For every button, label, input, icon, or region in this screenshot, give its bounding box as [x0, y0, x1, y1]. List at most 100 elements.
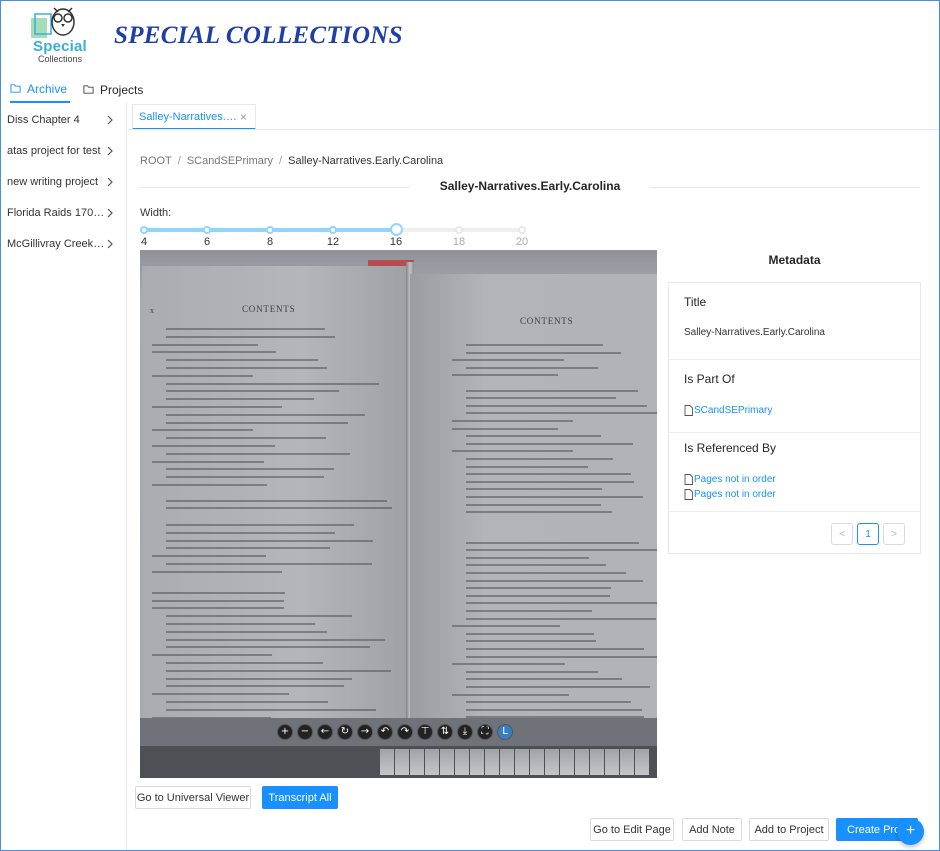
contents-heading-left: CONTENTS — [242, 304, 296, 314]
flip-horizontal-icon[interactable]: ⇅ — [437, 724, 453, 740]
scanned-text-line — [166, 615, 353, 618]
pagination-prev-button[interactable]: < — [831, 523, 853, 545]
pagination-next-button[interactable]: > — [883, 523, 905, 545]
tab-projects[interactable]: Projects — [83, 76, 143, 103]
add-note-button[interactable]: Add Note — [682, 818, 742, 841]
scanned-text-line — [466, 412, 657, 415]
scanned-text-line — [452, 359, 564, 362]
scanned-text-line — [166, 646, 371, 649]
transcript-all-button[interactable]: Transcript All — [262, 786, 338, 809]
sidebar-item-florida-raids[interactable]: Florida Raids 1702–1706 — [1, 199, 126, 227]
page-thumbnail[interactable] — [470, 749, 484, 775]
zoom-in-icon[interactable]: + — [277, 724, 293, 740]
slider-dot[interactable] — [266, 226, 274, 234]
page-thumbnail[interactable] — [485, 749, 499, 775]
scanned-text-line — [466, 632, 594, 635]
scanned-text-line — [152, 591, 285, 594]
undo-icon[interactable]: ↶ — [377, 724, 393, 740]
download-icon[interactable]: ⤓ — [457, 724, 473, 740]
flip-vertical-icon[interactable]: ⊤ — [417, 724, 433, 740]
page-thumbnail[interactable] — [380, 749, 394, 775]
sidebar-item-diss-chapter[interactable]: Diss Chapter 4 — [1, 106, 126, 134]
metadata-referenced-link-text: Pages not in order — [694, 489, 776, 500]
thumbnail-strip[interactable] — [140, 746, 657, 778]
width-slider[interactable] — [140, 223, 526, 236]
page-thumbnail[interactable] — [620, 749, 634, 775]
sidebar-item-mcgillivray-creek[interactable]: McGillivray Creek Research — [1, 230, 126, 258]
sidebar-item-new-writing-project[interactable]: new writing project — [1, 168, 126, 196]
slider-handle[interactable] — [390, 223, 403, 236]
previous-icon[interactable]: ← — [317, 724, 333, 740]
image-viewer[interactable]: x CONTENTS CONTENTS + − ← ↻ → ↶ ↷ ⊤ ⇅ ⤓ … — [140, 250, 657, 778]
page-title: Salley-Narratives.Early.Carolina — [439, 179, 621, 193]
zoom-out-icon[interactable]: − — [297, 724, 313, 740]
page-thumbnail[interactable] — [500, 749, 514, 775]
site-title[interactable]: SPECIAL COLLECTIONS — [114, 22, 403, 50]
scanned-text-line — [166, 563, 373, 565]
metadata-part-of-label: Is Part Of — [684, 372, 735, 386]
book-scan-image: x CONTENTS CONTENTS — [140, 250, 657, 734]
scanned-text-line — [166, 507, 392, 510]
reference-strip-icon[interactable]: L — [497, 724, 513, 740]
slider-dot[interactable] — [518, 226, 526, 234]
add-floating-button[interactable]: + — [897, 818, 924, 845]
sidebar-item-atas-project[interactable]: atas project for test — [1, 137, 126, 165]
fullscreen-icon[interactable]: ⛶ — [477, 724, 493, 740]
breadcrumb-collection[interactable]: SCandSEPrimary — [187, 155, 273, 167]
page-thumbnail[interactable] — [395, 749, 409, 775]
page-number: x — [150, 306, 155, 315]
breadcrumb-separator: / — [177, 155, 181, 167]
page-thumbnail[interactable] — [605, 749, 619, 775]
logo-text-collections: Collections — [38, 54, 83, 64]
page-thumbnail[interactable] — [545, 749, 559, 775]
scanned-text-line — [466, 564, 607, 567]
page-thumbnail[interactable] — [410, 749, 424, 775]
page-thumbnail[interactable] — [560, 749, 574, 775]
scanned-text-line — [166, 328, 325, 330]
scanned-text-line — [152, 445, 275, 447]
scanned-text-line — [152, 607, 284, 610]
scanned-text-line — [466, 397, 616, 400]
scanned-text-line — [466, 602, 657, 605]
page-thumbnail[interactable] — [515, 749, 529, 775]
chevron-right-icon — [107, 239, 113, 249]
scanned-text-line — [466, 442, 633, 445]
metadata-title-label: Title — [684, 295, 707, 309]
pagination-page-1[interactable]: 1 — [857, 523, 879, 545]
tab-archive[interactable]: Archive — [10, 76, 70, 103]
file-icon — [684, 405, 693, 416]
scanned-text-line — [166, 499, 388, 502]
top-nav: Archive Projects — [0, 76, 940, 103]
scanned-text-line — [166, 630, 327, 633]
document-tab[interactable]: Salley-Narratives.Early.Carolina × — [132, 104, 256, 130]
page-thumbnail[interactable] — [425, 749, 439, 775]
scanned-text-line — [152, 570, 283, 573]
slider-dot[interactable] — [329, 226, 337, 234]
logo-text-special: Special — [33, 38, 87, 55]
redo-icon[interactable]: ↷ — [397, 724, 413, 740]
close-tab-icon[interactable]: × — [240, 110, 247, 124]
scanned-text-line — [166, 367, 327, 369]
viewer-toolbar: + − ← ↻ → ↶ ↷ ⊤ ⇅ ⤓ ⛶ L — [140, 718, 657, 746]
page-thumbnail[interactable] — [530, 749, 544, 775]
scanned-text-line — [152, 343, 259, 346]
go-to-universal-viewer-button[interactable]: Go to Universal Viewer — [135, 786, 251, 809]
add-to-project-button[interactable]: Add to Project — [749, 818, 829, 841]
breadcrumb-root[interactable]: ROOT — [140, 155, 172, 167]
slider-dot[interactable] — [140, 226, 148, 234]
next-icon[interactable]: → — [357, 724, 373, 740]
page-thumbnail[interactable] — [590, 749, 604, 775]
metadata-referenced-link[interactable]: Pages not in order — [684, 474, 776, 485]
page-thumbnail[interactable] — [635, 749, 649, 775]
slider-dot[interactable] — [455, 226, 463, 234]
slider-dot[interactable] — [203, 226, 211, 234]
page-thumbnail[interactable] — [455, 749, 469, 775]
metadata-part-of-link[interactable]: SCandSEPrimary — [684, 405, 772, 416]
rotate-icon[interactable]: ↻ — [337, 724, 353, 740]
page-thumbnail[interactable] — [575, 749, 589, 775]
metadata-referenced-link[interactable]: Pages not in order — [684, 489, 776, 500]
folder-icon — [83, 85, 94, 94]
go-to-edit-page-button[interactable]: Go to Edit Page — [590, 818, 674, 841]
page-thumbnail[interactable] — [440, 749, 454, 775]
scanned-text-line — [152, 555, 267, 558]
